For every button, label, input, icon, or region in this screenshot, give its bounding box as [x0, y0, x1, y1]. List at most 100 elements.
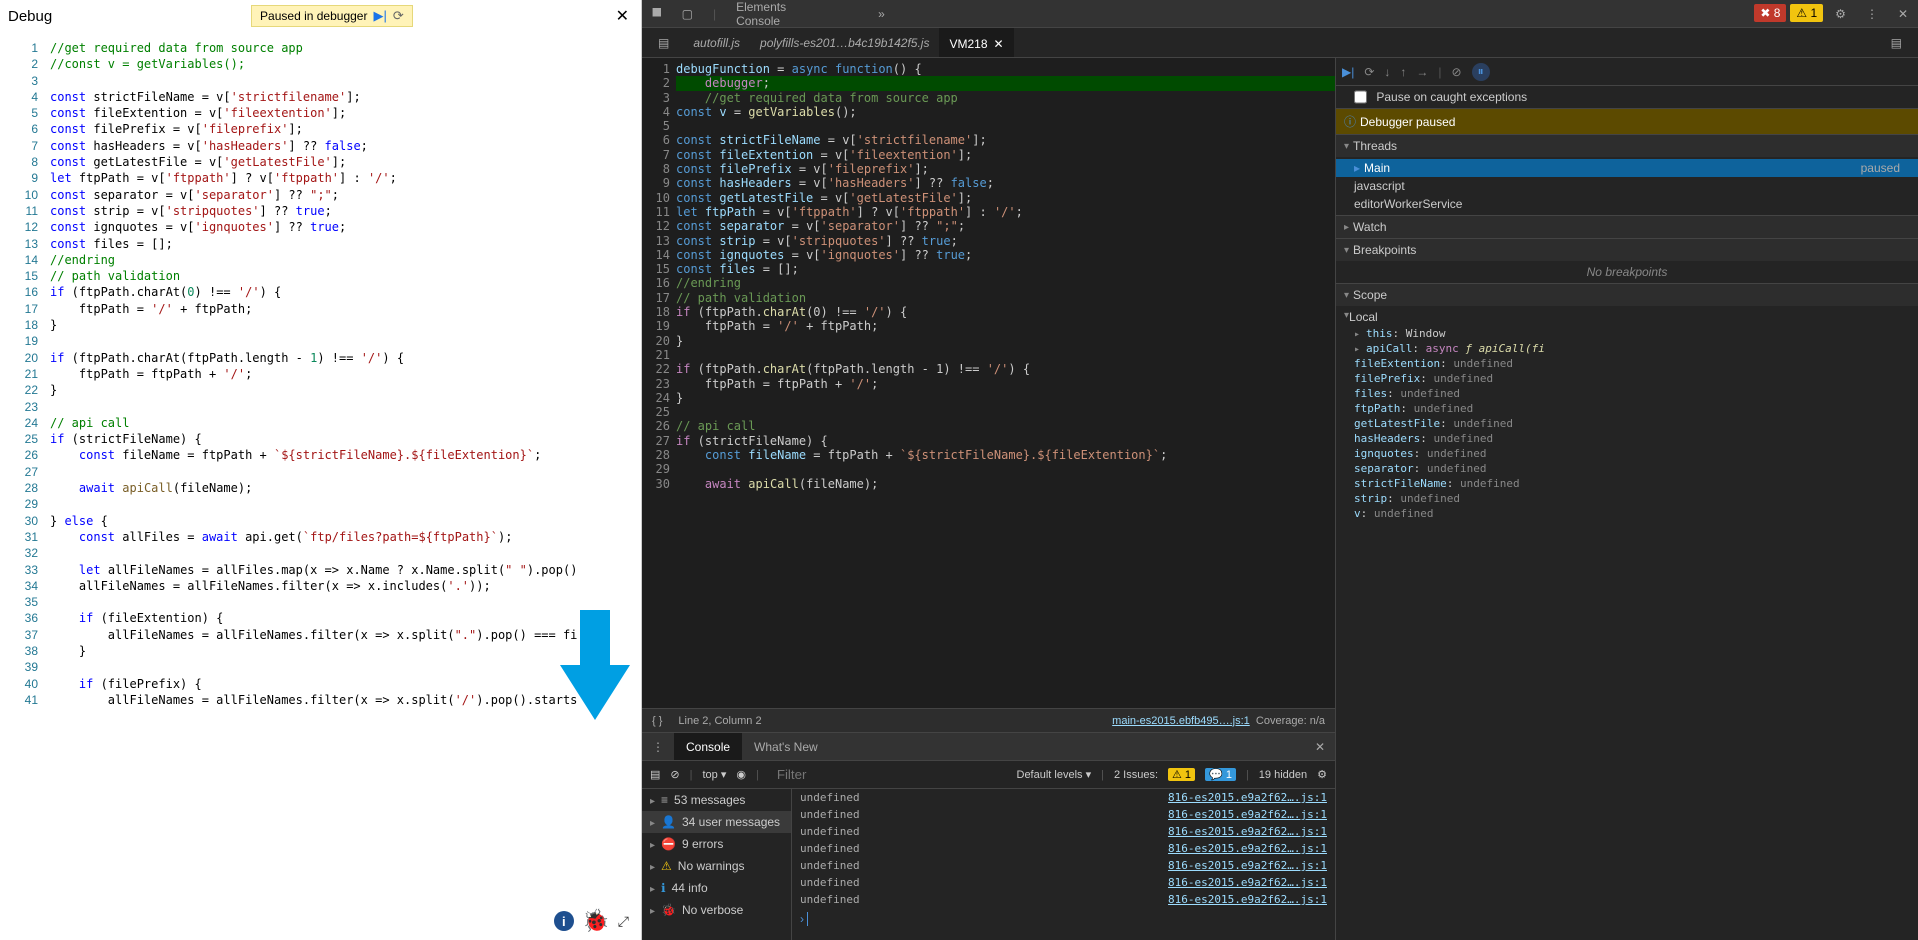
console-row[interactable]: undefined816-es2015.e9a2f62….js:1 [792, 857, 1335, 874]
console-side-item[interactable]: ≡53 messages [642, 789, 791, 811]
scope-var[interactable]: apiCall: async ƒ apiCall(fi [1336, 341, 1918, 356]
resume-icon[interactable]: ▶| [373, 8, 386, 24]
scope-var[interactable]: hasHeaders: undefined [1336, 431, 1918, 446]
step-into-icon[interactable]: ↓ [1384, 65, 1390, 79]
context-selector[interactable]: top ▾ [702, 768, 726, 781]
error-count-badge[interactable]: ✖ 8 [1754, 4, 1786, 22]
scope-var[interactable]: separator: undefined [1336, 461, 1918, 476]
console-side-item[interactable]: 👤34 user messages [642, 811, 791, 833]
source-status-bar: { } Line 2, Column 2 main-es2015.ebfb495… [642, 708, 1335, 732]
console-sidebar-toggle-icon[interactable]: ▤ [650, 768, 660, 781]
console-row[interactable]: undefined816-es2015.e9a2f62….js:1 [792, 874, 1335, 891]
step-out-icon[interactable]: ↑ [1400, 65, 1406, 79]
thread-item[interactable]: javascript [1336, 177, 1918, 195]
console-row[interactable]: undefined816-es2015.e9a2f62….js:1 [792, 823, 1335, 840]
left-gutter: 1234567891011121314151617181920212223242… [0, 32, 50, 902]
console-tab[interactable]: Console [674, 733, 742, 760]
bug-icon[interactable]: 🐞 [586, 911, 606, 931]
deactivate-bp-icon[interactable]: ⊘ [1452, 65, 1462, 79]
navigator-icon[interactable]: ▤ [648, 36, 679, 50]
drawer-close-icon[interactable]: ✕ [1305, 740, 1335, 754]
step-icon[interactable]: ⟳ [393, 8, 404, 24]
left-footer: i 🐞 ⤢ [0, 902, 641, 940]
console-tabs: ⋮ ConsoleWhat's New ✕ [642, 733, 1335, 761]
scope-var[interactable]: fileExtention: undefined [1336, 356, 1918, 371]
scope-var[interactable]: v: undefined [1336, 506, 1918, 521]
thread-item[interactable]: editorWorkerService [1336, 195, 1918, 213]
console-row[interactable]: undefined816-es2015.e9a2f62….js:1 [792, 840, 1335, 857]
scope-var[interactable]: ftpPath: undefined [1336, 401, 1918, 416]
breakpoints-section[interactable]: Breakpoints [1336, 239, 1918, 261]
issue-info-badge[interactable]: 💬 1 [1205, 768, 1236, 781]
close-icon[interactable]: ✕ [612, 6, 633, 26]
src-code[interactable]: debugFunction = async function() { debug… [676, 58, 1335, 708]
src-gutter: 1234567891011121314151617181920212223242… [642, 58, 676, 708]
resume-button[interactable]: ▶| [1342, 65, 1354, 79]
console-side-item[interactable]: ⚠No warnings [642, 855, 791, 877]
cursor-position: Line 2, Column 2 [678, 715, 761, 727]
inspect-icon[interactable]: ⯀ [642, 0, 672, 27]
devtools-main: 1234567891011121314151617181920212223242… [642, 58, 1918, 940]
left-editor: 1234567891011121314151617181920212223242… [0, 32, 641, 902]
status-link[interactable]: main-es2015.ebfb495….js:1 [1112, 715, 1250, 727]
thread-item[interactable]: ▸Mainpaused [1336, 159, 1918, 177]
watch-section[interactable]: Watch [1336, 216, 1918, 238]
console-drawer: ⋮ ConsoleWhat's New ✕ ▤ ⊘ | top ▾ ◉ | De… [642, 732, 1335, 940]
console-side-item[interactable]: 🐞No verbose [642, 899, 791, 921]
more-tabs-icon[interactable]: » [868, 0, 895, 27]
step-icon[interactable]: → [1416, 65, 1428, 79]
scope-section[interactable]: Scope [1336, 284, 1918, 306]
file-tab[interactable]: autofill.js [683, 28, 750, 57]
issues-label[interactable]: 2 Issues: [1114, 769, 1158, 781]
console-side-item[interactable]: ⛔9 errors [642, 833, 791, 855]
pause-caught-checkbox[interactable]: Pause on caught exceptions [1336, 88, 1918, 106]
console-gear-icon[interactable]: ⚙ [1317, 768, 1327, 781]
debug-header: Debug Paused in debugger ▶| ⟳ ✕ [0, 0, 641, 32]
step-over-icon[interactable]: ⟳ [1364, 65, 1374, 79]
console-row[interactable]: undefined816-es2015.e9a2f62….js:1 [792, 891, 1335, 908]
warn-count-badge[interactable]: ⚠ 1 [1790, 4, 1823, 22]
gear-icon[interactable]: ⚙ [1825, 0, 1856, 27]
file-tab[interactable]: VM218✕ [939, 28, 1013, 57]
issue-warn-badge[interactable]: ⚠ 1 [1168, 768, 1195, 781]
scope-this[interactable]: this: Window [1336, 326, 1918, 341]
console-row[interactable]: undefined816-es2015.e9a2f62….js:1 [792, 806, 1335, 823]
coverage-label: Coverage: n/a [1256, 715, 1325, 727]
live-expr-icon[interactable]: ◉ [736, 768, 746, 781]
console-filter-input[interactable] [773, 763, 1007, 786]
scope-var[interactable]: getLatestFile: undefined [1336, 416, 1918, 431]
debugger-paused-banner: ⓘDebugger paused [1336, 109, 1918, 134]
console-messages: undefined816-es2015.e9a2f62….js:1undefin… [792, 789, 1335, 940]
devtools-tabs: ⯀ ▢ | ElementsConsoleSourcesNetworkPerfo… [642, 0, 1918, 28]
file-overflow-icon[interactable]: ▤ [1881, 36, 1912, 50]
console-row[interactable]: undefined816-es2015.e9a2f62….js:1 [792, 789, 1335, 806]
hidden-count[interactable]: 19 hidden [1259, 769, 1307, 781]
expand-icon[interactable]: ⤢ [618, 913, 629, 930]
close-icon[interactable]: ✕ [994, 37, 1004, 51]
tab-console[interactable]: Console [726, 14, 868, 28]
pause-exceptions-icon[interactable]: ⏸ [1472, 63, 1490, 81]
console-prompt[interactable]: › [792, 908, 1335, 930]
clear-console-icon[interactable]: ⊘ [670, 768, 679, 781]
console-side-item[interactable]: ℹ44 info [642, 877, 791, 899]
console-tab[interactable]: What's New [742, 733, 830, 760]
source-viewer: 1234567891011121314151617181920212223242… [642, 58, 1336, 940]
no-breakpoints: No breakpoints [1336, 263, 1918, 281]
tab-elements[interactable]: Elements [726, 0, 868, 14]
scope-var[interactable]: strip: undefined [1336, 491, 1918, 506]
file-tab[interactable]: polyfills-es201…b4c19b142f5.js [750, 28, 939, 57]
scope-var[interactable]: filePrefix: undefined [1336, 371, 1918, 386]
drawer-menu-icon[interactable]: ⋮ [642, 740, 674, 754]
scope-local[interactable]: Local [1336, 308, 1918, 326]
scope-var[interactable]: ignquotes: undefined [1336, 446, 1918, 461]
scope-var[interactable]: strictFileName: undefined [1336, 476, 1918, 491]
left-code[interactable]: //get required data from source app //co… [50, 32, 641, 902]
threads-section[interactable]: Threads [1336, 135, 1918, 157]
info-icon[interactable]: i [554, 911, 574, 931]
devtools-close-icon[interactable]: ✕ [1888, 0, 1918, 27]
format-icon[interactable]: { } [652, 715, 662, 727]
scope-var[interactable]: files: undefined [1336, 386, 1918, 401]
kebab-icon[interactable]: ⋮ [1856, 0, 1888, 27]
levels-selector[interactable]: Default levels ▾ [1017, 768, 1092, 781]
device-icon[interactable]: ▢ [672, 0, 703, 27]
